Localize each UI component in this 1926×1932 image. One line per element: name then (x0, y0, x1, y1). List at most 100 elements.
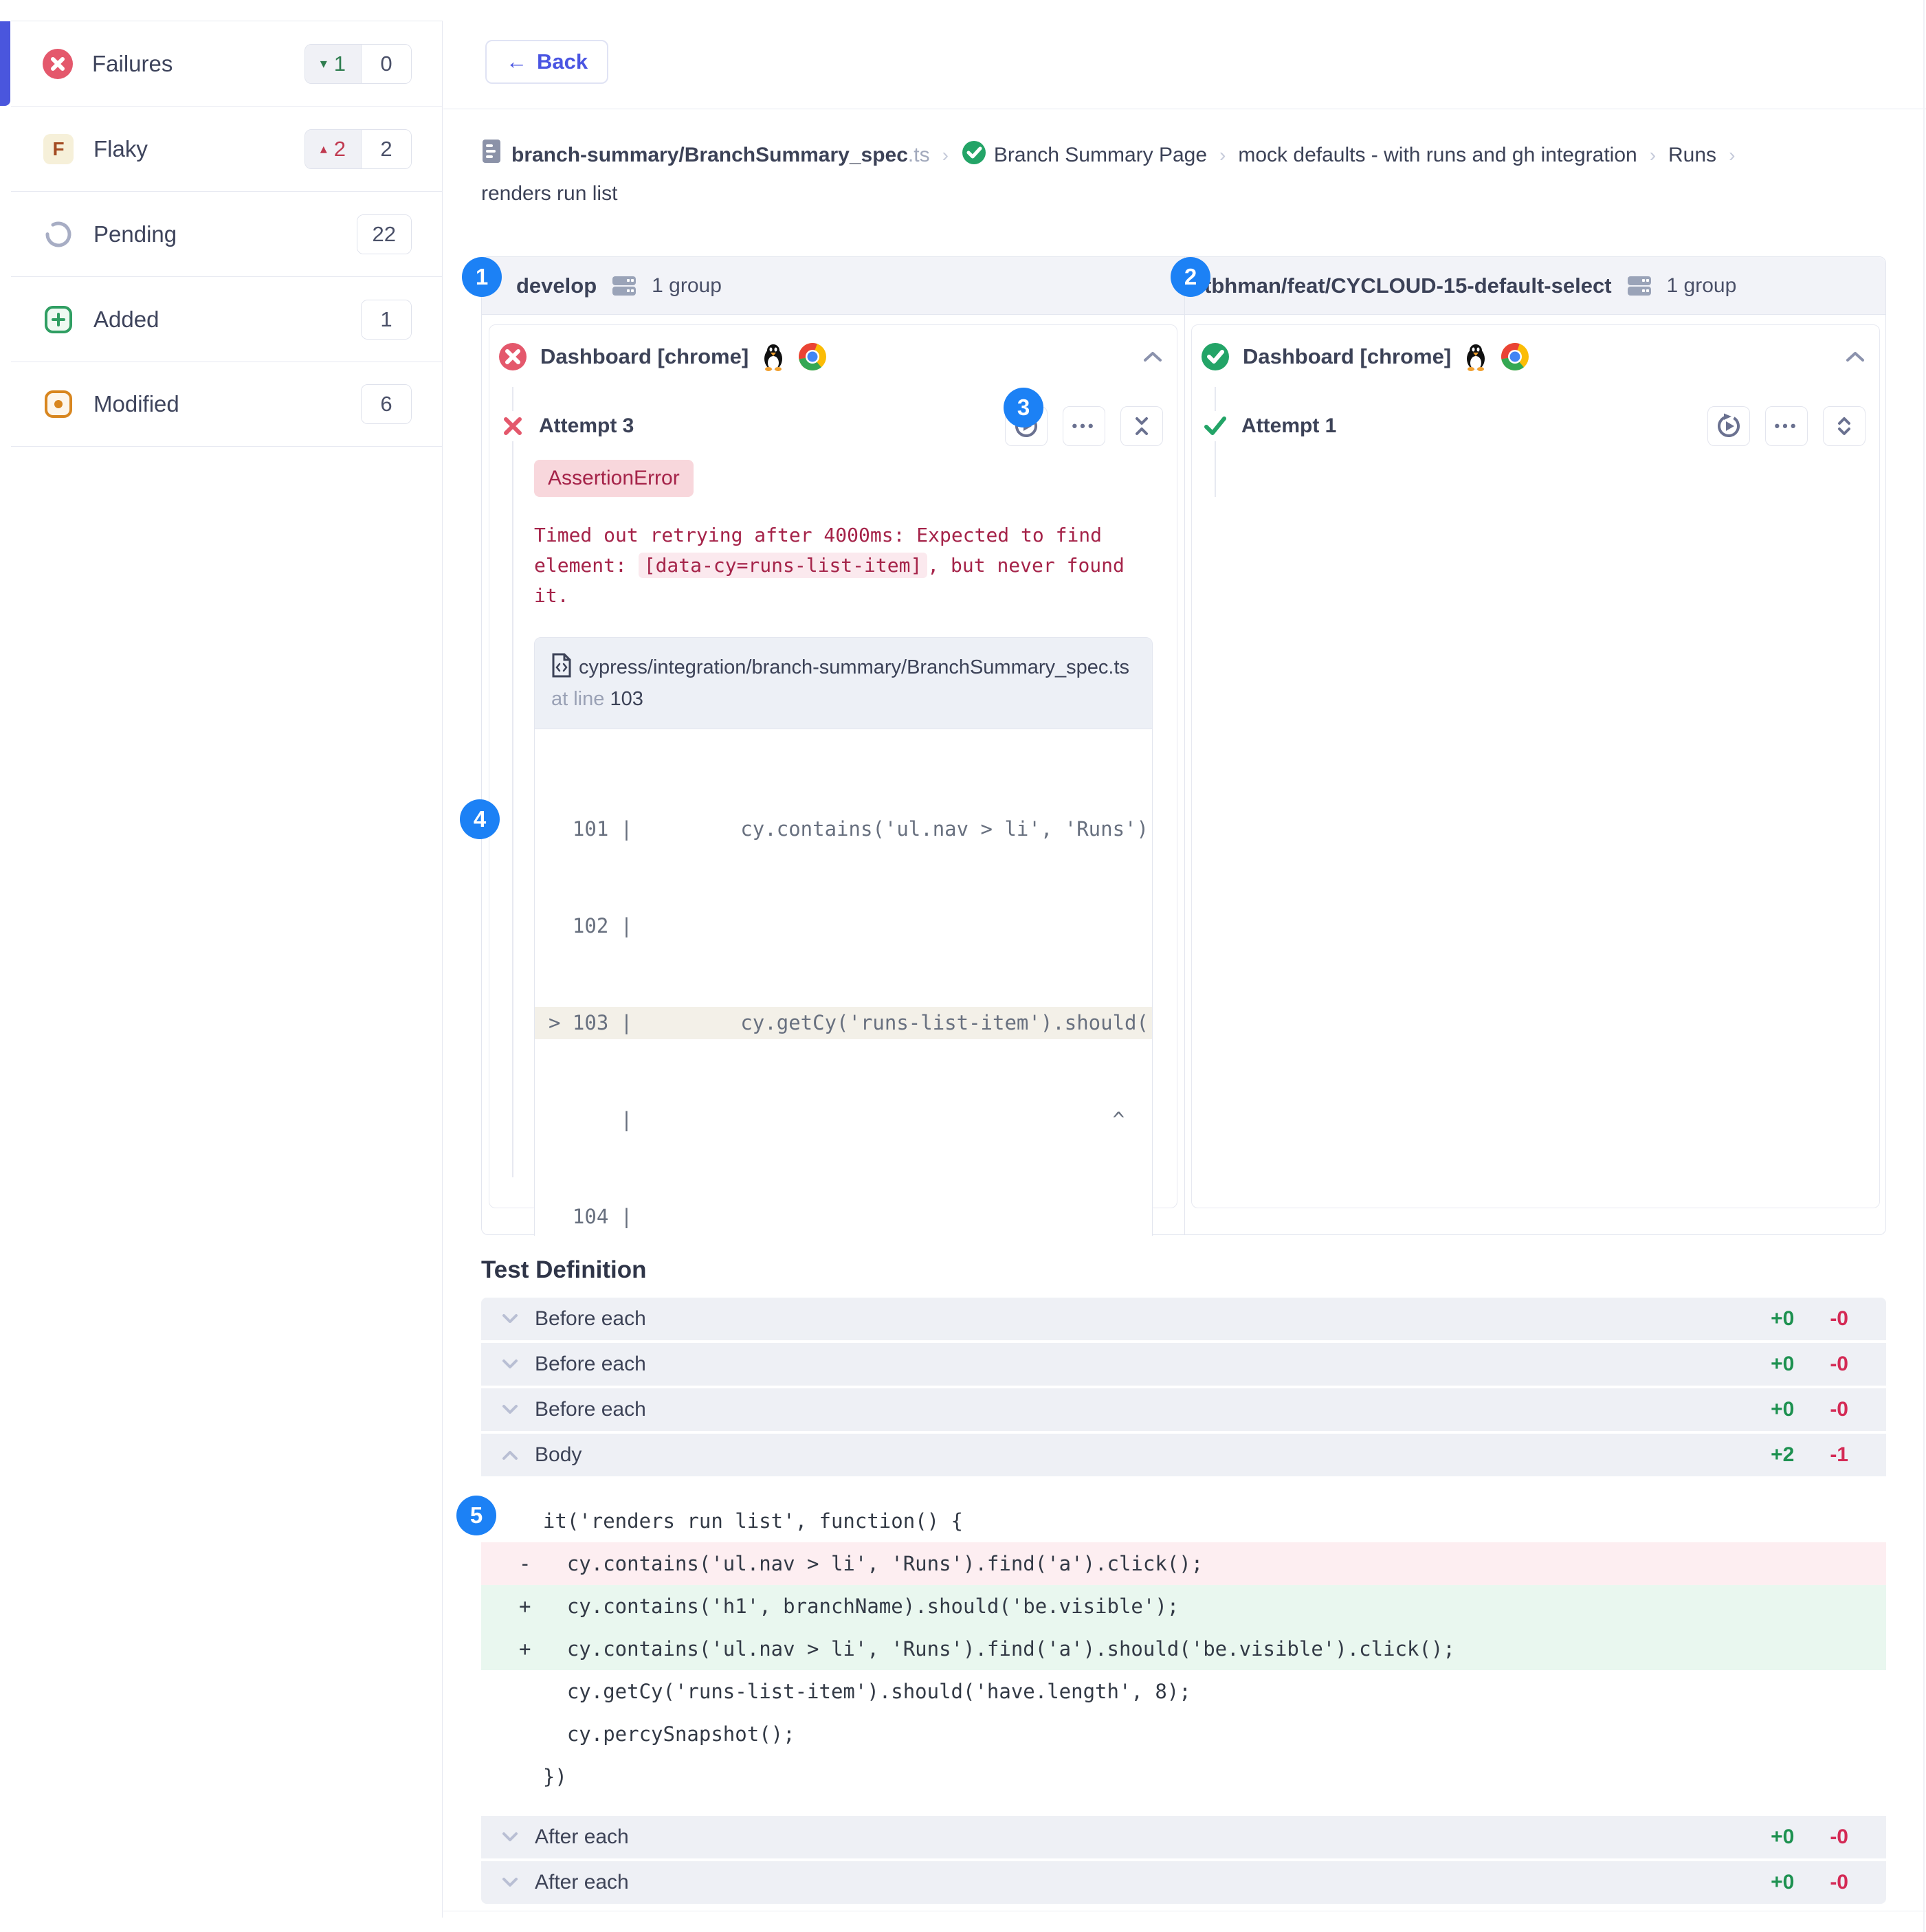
code-caret-line: | ^ (549, 1108, 1125, 1131)
annotation-circle-1: 1 (462, 257, 502, 297)
hook-label: After each (535, 1825, 629, 1848)
sidebar-item-label: Modified (93, 391, 179, 417)
linux-icon (1463, 342, 1488, 371)
hook-label: Before each (535, 1307, 646, 1330)
added-icon (43, 304, 74, 335)
diff-added-count: +0 (1771, 1398, 1795, 1421)
right-spec-card: Dashboard [chrome] Attempt 1 ••• (1191, 324, 1880, 1208)
diff-removed-count: -0 (1830, 1307, 1848, 1330)
sidebar-item-label: Added (93, 306, 159, 332)
annotation-circle-3: 3 (1004, 388, 1043, 428)
pending-icon (43, 219, 74, 250)
trend-up-icon: ▴ (320, 141, 327, 157)
diff-context-line: }) (519, 1765, 567, 1788)
attempt-1-row: Attempt 1 ••• (1192, 406, 1879, 446)
left-branch-header: develop 1 group (482, 257, 1184, 314)
expand-attempt-button[interactable] (1823, 406, 1866, 446)
code-file-icon (551, 653, 572, 678)
spec-header-row[interactable]: Dashboard [chrome] (489, 325, 1177, 386)
sidebar-item-pending[interactable]: Pending 22 (11, 191, 442, 276)
snippet-line-number: 103 (610, 688, 643, 710)
failed-spec-icon (498, 342, 528, 372)
failures-count-badge: ▾ 1 0 (304, 43, 412, 84)
right-branch-name: tbhman/feat/CYCLOUD-15-default-select (1204, 273, 1612, 298)
breadcrumb-spec[interactable]: branch-summary/BranchSummary_spec.ts (511, 144, 930, 166)
sidebar-item-failures[interactable]: Failures ▾ 1 0 (0, 21, 442, 106)
diff-added-count: +0 (1771, 1353, 1795, 1375)
hook-row-before-each-2[interactable]: Before each +0 -0 (481, 1343, 1886, 1386)
hook-label: Before each (535, 1353, 646, 1375)
spec-file-ext: .ts (907, 144, 930, 166)
breadcrumb-chevron-icon: › (1729, 144, 1736, 166)
spec-header-row[interactable]: Dashboard [chrome] (1192, 325, 1879, 386)
breadcrumb-context[interactable]: Runs (1668, 144, 1716, 166)
collapse-spec-chevron-icon[interactable] (1845, 350, 1866, 364)
diff-removed-line: - cy.contains('ul.nav > li', 'Runs').fin… (481, 1542, 1886, 1585)
collapse-spec-chevron-icon[interactable] (1142, 350, 1163, 364)
replay-attempt-button[interactable] (1707, 406, 1750, 446)
diff-context-line: it('renders run list', function() { (519, 1509, 964, 1533)
right-group-count: 1 group (1666, 274, 1737, 297)
hook-row-after-each-1[interactable]: After each +0 -0 (481, 1816, 1886, 1858)
count-value: 0 (362, 44, 411, 83)
sidebar-item-label: Flaky (93, 135, 148, 162)
count-value: 2 (362, 129, 411, 168)
attempt-menu-button[interactable]: ••• (1063, 406, 1105, 446)
hook-row-before-each-1[interactable]: Before each +0 -0 (481, 1298, 1886, 1340)
failures-icon (43, 48, 73, 79)
diff-added-line: + cy.contains('ul.nav > li', 'Runs').fin… (481, 1628, 1886, 1670)
modified-icon (43, 388, 74, 420)
collapse-attempt-button[interactable] (1120, 406, 1163, 446)
chevron-down-icon (502, 1404, 518, 1415)
left-branch-column: Dashboard [chrome] Attempt 3 ••• Asserti… (482, 315, 1184, 1236)
back-button-label: Back (537, 49, 588, 74)
right-branch-header: tbhman/feat/CYCLOUD-15-default-select 1 … (1184, 257, 1885, 314)
snippet-file-path: cypress/integration/branch-summary/Branc… (579, 656, 1130, 678)
breadcrumb-chevron-icon: › (1219, 144, 1226, 166)
attempt-label: Attempt 1 (1241, 414, 1337, 437)
hook-row-before-each-3[interactable]: Before each +0 -0 (481, 1388, 1886, 1431)
error-selector-chip: [data-cy=runs-list-item] (638, 553, 928, 578)
breadcrumb-chevron-icon: › (942, 144, 949, 166)
annotation-circle-5: 5 (456, 1496, 496, 1535)
group-server-icon (610, 274, 638, 298)
diff-removed-count: -0 (1830, 1871, 1848, 1894)
status-sidebar: Failures ▾ 1 0 F Flaky ▴ 2 2 Pending 22 Ad… (0, 21, 442, 447)
left-branch-name: develop (516, 273, 597, 298)
hook-label: Body (535, 1443, 582, 1466)
attempt-menu-button[interactable]: ••• (1765, 406, 1808, 446)
sidebar-item-added[interactable]: Added 1 (11, 276, 442, 362)
hook-row-body[interactable]: Body +2 -1 (481, 1434, 1886, 1476)
group-server-icon (1626, 274, 1653, 298)
attempt-timeline (512, 387, 513, 1177)
attempt-passed-icon (1200, 411, 1230, 441)
chrome-icon (798, 342, 827, 371)
flaky-icon: F (43, 133, 74, 165)
attempt-failed-icon (498, 411, 528, 441)
right-branch-column: Dashboard [chrome] Attempt 1 ••• (1184, 315, 1887, 1236)
chevron-up-icon (502, 1450, 518, 1461)
scrollbar-track[interactable] (1923, 0, 1925, 1932)
body-code-diff: it('renders run list', function() { - cy… (481, 1479, 1886, 1816)
diff-removed-count: -0 (1830, 1825, 1848, 1848)
hook-label: After each (535, 1871, 629, 1894)
linux-icon (761, 342, 786, 371)
left-group-count: 1 group (652, 274, 722, 297)
back-arrow-icon: ← (506, 49, 527, 74)
sidebar-item-flaky[interactable]: F Flaky ▴ 2 2 (11, 106, 442, 191)
sidebar-item-modified[interactable]: Modified 6 (11, 362, 442, 447)
breadcrumb-describe[interactable]: mock defaults - with runs and gh integra… (1238, 144, 1637, 166)
chevron-down-icon (502, 1832, 518, 1843)
diff-context-line: cy.getCy('runs-list-item').should('have.… (519, 1680, 1191, 1703)
back-button[interactable]: ← Back (485, 40, 609, 84)
hook-row-after-each-2[interactable]: After each +0 -0 (481, 1861, 1886, 1904)
code-line: 101 | cy.contains('ul.nav > li', 'Runs')… (572, 817, 1152, 841)
annotation-circle-2: 2 (1171, 257, 1210, 297)
attempt-error-block: AssertionError Timed out retrying after … (534, 460, 1163, 1236)
chrome-icon (1501, 342, 1529, 371)
snippet-code: 101 | cy.contains('ul.nav > li', 'Runs')… (535, 729, 1152, 1236)
trend-value: 2 (333, 136, 346, 161)
chevron-down-icon (502, 1359, 518, 1370)
breadcrumb-suite[interactable]: Branch Summary Page (994, 144, 1207, 166)
chevron-down-icon (502, 1877, 518, 1888)
